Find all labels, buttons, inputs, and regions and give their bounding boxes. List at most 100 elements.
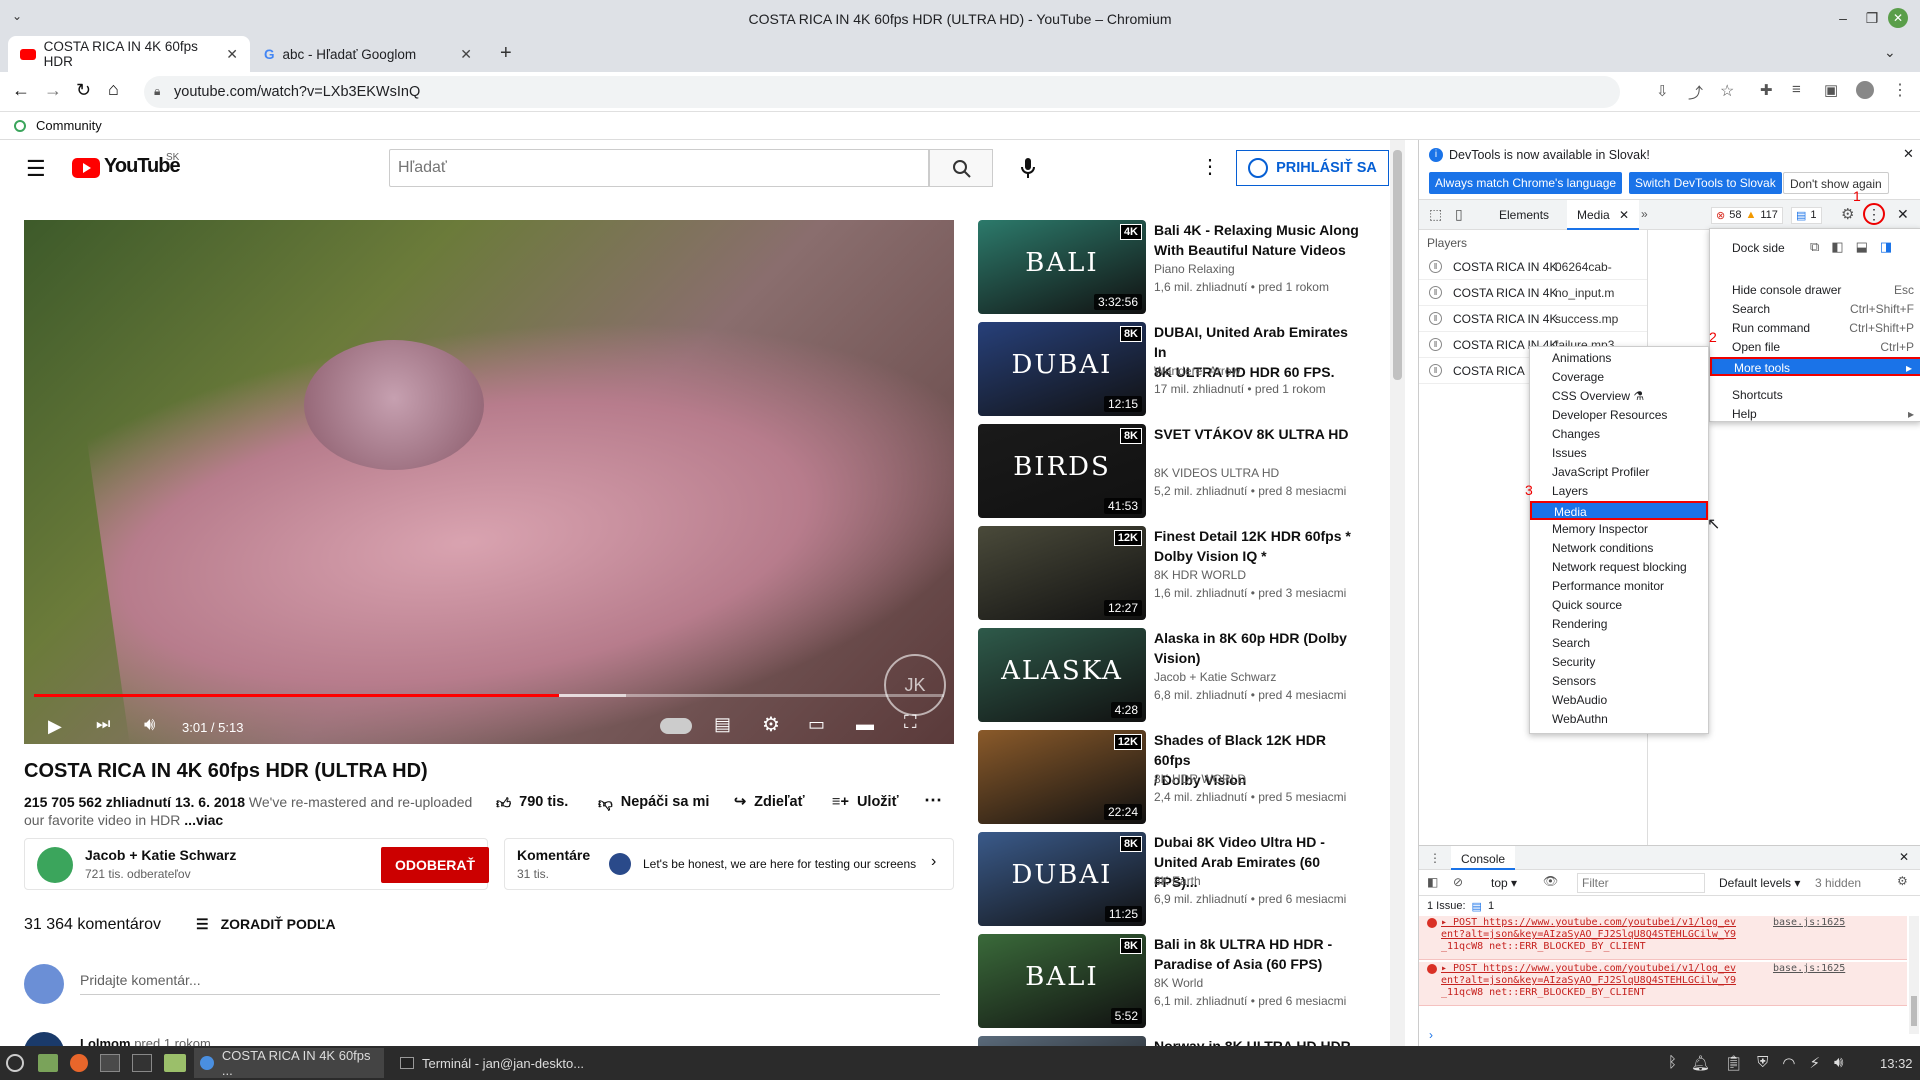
close-tab-icon[interactable]: ✕ xyxy=(460,46,472,63)
page-scrollbar[interactable] xyxy=(1390,140,1405,1046)
player-row[interactable]: ǁ COSTA RICA IN 4K no_input.m xyxy=(1419,280,1647,306)
close-drawer-icon[interactable]: ✕ xyxy=(1899,850,1909,864)
wifi-icon[interactable]: ◠ xyxy=(1782,1054,1795,1072)
video-thumbnail[interactable]: 12K 12:27 xyxy=(978,526,1146,620)
more-tools-item-network-conditions[interactable]: Network conditions xyxy=(1530,539,1708,558)
channel-name[interactable]: 8K HDR WORLD xyxy=(1154,772,1246,786)
channel-name[interactable]: 8K VIDEOS ULTRA HD xyxy=(1154,466,1279,480)
fullscreen-icon[interactable]: ⛶ xyxy=(904,712,917,733)
switch-language-button[interactable]: Switch DevTools to Slovak xyxy=(1629,172,1782,194)
video-thumbnail[interactable]: 12K 22:24 xyxy=(978,730,1146,824)
channel-name[interactable]: 8K HDR WORLD xyxy=(1154,568,1246,582)
inspect-element-icon[interactable]: ⬚ xyxy=(1429,206,1442,223)
video-thumbnail[interactable]: BALI 8K 5:52 xyxy=(978,934,1146,1028)
play-icon[interactable]: ▶ xyxy=(48,716,62,737)
extensions-icon[interactable]: ✚ xyxy=(1760,81,1773,99)
console-error-row[interactable]: ▸ POST https://www.youtube.com/youtubei/… xyxy=(1419,962,1907,1006)
volume-icon[interactable]: 🔊︎ xyxy=(144,714,155,735)
more-tools-item-webauthn[interactable]: WebAuthn xyxy=(1530,710,1708,729)
video-thumbnail[interactable] xyxy=(978,1036,1146,1046)
forward-icon[interactable]: → xyxy=(44,80,62,101)
devtools-settings-icon[interactable]: ⚙ xyxy=(1841,205,1854,223)
close-devtools-icon[interactable]: ✕ xyxy=(1897,206,1909,223)
install-icon[interactable]: ⇩ xyxy=(1656,82,1669,100)
close-window-icon[interactable]: ✕ xyxy=(1888,8,1908,28)
power-icon[interactable]: ⚡︎ xyxy=(1809,1054,1820,1072)
recommendation-item[interactable]: BIRDS 8K 41:53 SVET VTÁKOV 8K ULTRA HD 8K VI… xyxy=(978,424,1378,520)
tab-media[interactable]: Media ✕ xyxy=(1567,200,1640,230)
more-tools-item-network-request-blocking[interactable]: Network request blocking xyxy=(1530,558,1708,577)
bluetooth-icon[interactable]: ᛒ xyxy=(1668,1054,1677,1072)
message-counter[interactable]: ▤ 1 xyxy=(1791,207,1822,224)
tab-google[interactable]: G abc - Hľadať Googlom ✕ xyxy=(252,36,484,72)
subscribe-button[interactable]: ODOBERAŤ xyxy=(381,847,489,883)
scroll-thumb[interactable] xyxy=(1393,150,1402,380)
recommendation-item[interactable]: 12K 22:24 Shades of Black 12K HDR 60fps / D… xyxy=(978,730,1378,826)
recommendation-title[interactable]: Bali 4K - Relaxing Music Along With Beaut… xyxy=(1154,220,1364,260)
channel-name[interactable]: Piano Relaxing xyxy=(1154,262,1235,276)
recommendation-title[interactable]: SVET VTÁKOV 8K ULTRA HD xyxy=(1154,424,1364,444)
menu-item-run-command[interactable]: Run command Ctrl+Shift+P xyxy=(1710,319,1920,338)
more-tools-item-rendering[interactable]: Rendering xyxy=(1530,615,1708,634)
devtools-menu-icon[interactable]: ⋮ xyxy=(1863,203,1885,225)
drawer-menu-icon[interactable]: ⋮ xyxy=(1429,851,1441,865)
autoplay-toggle[interactable] xyxy=(660,718,692,734)
channel-avatar[interactable] xyxy=(37,847,73,883)
video-thumbnail[interactable]: DUBAI 8K 11:25 xyxy=(978,832,1146,926)
console-filter-input[interactable] xyxy=(1577,873,1705,893)
match-language-button[interactable]: Always match Chrome's language xyxy=(1429,172,1623,194)
minimize-icon[interactable]: – xyxy=(1833,8,1853,28)
menu-item-shortcuts[interactable]: Shortcuts xyxy=(1710,386,1920,405)
video-thumbnail[interactable]: ALASKA 4:28 xyxy=(978,628,1146,722)
address-bar[interactable]: 🔒︎ youtube.com/watch?v=LXb3EKWsInQ xyxy=(144,76,1620,108)
bookmark-star-icon[interactable]: ☆ xyxy=(1720,81,1734,101)
player-row[interactable]: ǁ COSTA RICA IN 4K success.mp xyxy=(1419,306,1647,332)
error-source-link[interactable]: base.js:1625 xyxy=(1773,963,1845,974)
recommendation-title[interactable]: Finest Detail 12K HDR 60fps * Dolby Visio… xyxy=(1154,526,1364,566)
more-tabs-icon[interactable]: » xyxy=(1641,207,1648,221)
sort-button[interactable]: ☰ ZORADIŤ PODĽA xyxy=(196,916,336,933)
video-player[interactable]: JK ▶ ⏭︎ 🔊︎ 3:01 / 5:13 ▤ ⚙ ▭ ▬ ⛶ xyxy=(24,220,954,744)
desc-more[interactable]: ...viac xyxy=(184,812,223,828)
more-tools-item-memory-inspector[interactable]: Memory Inspector xyxy=(1530,520,1708,539)
error-text[interactable]: ▸ POST https://www.youtube.com/youtubei/… xyxy=(1441,963,1736,974)
like-button[interactable]: 👍︎ 790 tis. xyxy=(496,794,568,812)
console-tab[interactable]: Console xyxy=(1451,846,1516,870)
channel-name[interactable]: Jacob + Katie Schwarz xyxy=(85,847,236,863)
new-tab-icon[interactable]: + xyxy=(500,42,512,65)
video-thumbnail[interactable]: BALI 4K 3:32:56 xyxy=(978,220,1146,314)
close-tab-icon[interactable]: ✕ xyxy=(1619,208,1629,222)
search-button[interactable] xyxy=(929,149,993,187)
next-icon[interactable]: ⏭︎ xyxy=(96,716,110,734)
maximize-icon[interactable]: ❐ xyxy=(1862,8,1882,28)
start-menu-icon[interactable] xyxy=(6,1054,24,1072)
console-error-row[interactable]: ▸ POST https://www.youtube.com/youtubei/… xyxy=(1419,916,1907,960)
save-button[interactable]: ≡+ Uložiť xyxy=(832,794,899,810)
tab-youtube[interactable]: COSTA RICA IN 4K 60fps HDR ✕ xyxy=(8,36,250,72)
comments-teaser[interactable]: Komentáre 31 tis. Let's be honest, we ar… xyxy=(504,838,954,890)
context-select[interactable]: top ▾ xyxy=(1491,876,1517,890)
more-tools-item-webaudio[interactable]: WebAudio xyxy=(1530,691,1708,710)
more-tools-item-css-overview[interactable]: CSS Overview ⚗ xyxy=(1530,387,1708,406)
theater-icon[interactable]: ▬ xyxy=(856,714,874,735)
video-thumbnail[interactable]: DUBAI 8K 12:15 xyxy=(978,322,1146,416)
channel-name[interactable]: Jacob + Katie Schwarz xyxy=(1154,670,1276,684)
more-tools-item-security[interactable]: Security xyxy=(1530,653,1708,672)
volume-tray-icon[interactable]: 🔊︎ xyxy=(1834,1054,1843,1072)
more-tools-item-developer-resources[interactable]: Developer Resources xyxy=(1530,406,1708,425)
more-tools-item-issues[interactable]: Issues xyxy=(1530,444,1708,463)
shield-icon[interactable]: ⛨ xyxy=(1757,1054,1768,1072)
dont-show-again-button[interactable]: Don't show again xyxy=(1783,172,1889,194)
menu-item-more-tools[interactable]: More tools ▸ xyxy=(1710,357,1920,376)
miniplayer-icon[interactable]: ▭ xyxy=(808,714,825,735)
channel-name[interactable]: Wanderer Arrow xyxy=(1154,364,1240,378)
media-control-icon[interactable]: ≡ xyxy=(1792,81,1801,98)
channel-name[interactable]: 8K World xyxy=(1154,976,1203,990)
console-scrollbar[interactable] xyxy=(1909,916,1919,1034)
error-source-link[interactable]: base.js:1625 xyxy=(1773,917,1845,928)
more-tools-item-coverage[interactable]: Coverage xyxy=(1530,368,1708,387)
video-description[interactable]: 215 705 562 zhliadnutí 13. 6. 2018 We've… xyxy=(24,794,484,828)
subtitles-icon[interactable]: ▤ xyxy=(714,714,731,735)
chrome-menu-icon[interactable]: ⋮ xyxy=(1892,80,1908,100)
menu-item-help[interactable]: Help ▸ xyxy=(1710,405,1920,424)
